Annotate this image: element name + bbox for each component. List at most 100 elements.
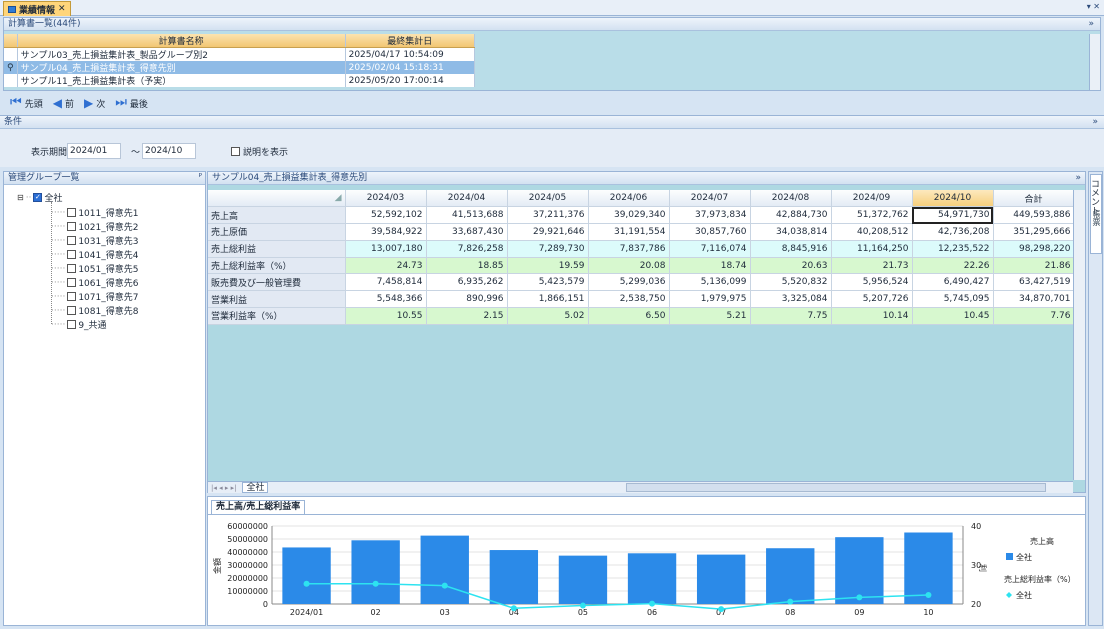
table-cell[interactable]: 10.55: [345, 307, 427, 325]
table-cell[interactable]: 5,423,579: [507, 273, 589, 292]
checkbox[interactable]: [231, 147, 240, 156]
doc-date[interactable]: 2025/02/04 15:18:31: [345, 61, 476, 74]
table-cell[interactable]: 42,736,208: [912, 223, 994, 241]
report-side-tab[interactable]: 帳票: [1090, 210, 1102, 250]
table-cell[interactable]: 21.73: [831, 257, 913, 275]
table-cell[interactable]: 18.74: [669, 257, 751, 275]
first-button[interactable]: ⏮ 先頭: [10, 96, 43, 110]
table-cell[interactable]: 5,207,726: [831, 290, 913, 309]
column-header[interactable]: 2024/03: [345, 190, 427, 208]
checkbox[interactable]: [67, 222, 77, 231]
table-cell[interactable]: 7,837,786: [588, 240, 670, 258]
table-cell[interactable]: 5.02: [507, 307, 589, 325]
horizontal-scrollbar[interactable]: [626, 483, 1047, 492]
chart-tab[interactable]: 売上高/売上総利益率: [211, 500, 306, 514]
window-menu-icon[interactable]: ▾ ✕: [1087, 2, 1100, 11]
tree-item[interactable]: ····· 1021_得意先2: [51, 220, 138, 234]
table-cell[interactable]: 41,513,688: [426, 206, 508, 225]
period-from-input[interactable]: 2024/01: [67, 143, 121, 159]
table-cell[interactable]: 7,116,074: [669, 240, 751, 258]
table-cell[interactable]: 11,164,250: [831, 240, 913, 258]
table-cell[interactable]: 1,979,975: [669, 290, 751, 309]
table-cell[interactable]: 34,870,701: [993, 290, 1075, 309]
table-cell[interactable]: 29,921,646: [507, 223, 589, 241]
table-cell[interactable]: 6.50: [588, 307, 670, 325]
table-cell[interactable]: 37,973,834: [669, 206, 751, 225]
table-cell[interactable]: 5,520,832: [750, 273, 832, 292]
tree-item[interactable]: ····· 1031_得意先3: [51, 234, 138, 248]
table-row[interactable]: 売上総利益 13,007,180 7,826,258 7,289,730 7,837,7…: [208, 240, 1075, 258]
table-cell[interactable]: 63,427,519: [993, 273, 1075, 292]
table-row[interactable]: 売上高 52,592,102 41,513,688 37,211,376 39,029,…: [208, 206, 1075, 225]
close-icon[interactable]: ✕: [58, 4, 66, 14]
table-cell[interactable]: 6,490,427: [912, 273, 994, 292]
tree-item[interactable]: ····· 1061_得意先6: [51, 276, 138, 290]
doc-name[interactable]: サンプル04_売上損益集計表_得意先別: [17, 61, 346, 74]
doc-name[interactable]: サンプル11_売上損益集計表（予実）: [17, 74, 346, 87]
table-cell[interactable]: 13,007,180: [345, 240, 427, 258]
show-description-checkbox[interactable]: 説明を表示: [231, 145, 288, 158]
doc-name[interactable]: サンプル03_売上損益集計表_製品グループ別2: [17, 47, 346, 61]
table-cell[interactable]: 3,325,084: [750, 290, 832, 309]
collapse-tree-icon[interactable]: ⊟: [17, 193, 24, 202]
table-cell[interactable]: 54,971,730: [912, 206, 994, 225]
column-header[interactable]: 2024/06: [588, 190, 670, 208]
checkbox[interactable]: [67, 278, 77, 287]
table-cell[interactable]: 19.59: [507, 257, 589, 275]
column-header-name[interactable]: 計算書名称: [17, 34, 346, 48]
table-cell[interactable]: 22.26: [912, 257, 994, 275]
column-header[interactable]: 2024/04: [426, 190, 508, 208]
table-cell[interactable]: 34,038,814: [750, 223, 832, 241]
checkbox[interactable]: [67, 236, 77, 245]
table-cell[interactable]: 7,458,814: [345, 273, 427, 292]
tree-item[interactable]: ····· 9_共通: [51, 318, 107, 332]
sheet-tab[interactable]: 全社: [242, 482, 269, 493]
tree-item[interactable]: ····· 1081_得意先8: [51, 304, 138, 318]
pin-icon[interactable]: ᴾ: [199, 172, 202, 185]
table-cell[interactable]: 890,996: [426, 290, 508, 309]
table-cell[interactable]: 33,687,430: [426, 223, 508, 241]
period-to-input[interactable]: 2024/10: [142, 143, 196, 159]
table-row[interactable]: 営業利益率（%） 10.55 2.15 5.02 6.50 5.21 7.75 10.14 10…: [208, 307, 1075, 325]
doclist-scrollbar[interactable]: [1089, 34, 1100, 90]
report-scrollbar[interactable]: [1073, 190, 1085, 480]
checkbox[interactable]: [67, 320, 77, 329]
tree-item[interactable]: ····· 1011_得意先1: [51, 206, 138, 220]
checkbox[interactable]: [67, 306, 77, 315]
table-cell[interactable]: 10.14: [831, 307, 913, 325]
prev-button[interactable]: ◀ 前: [53, 96, 74, 110]
table-cell[interactable]: 7,826,258: [426, 240, 508, 258]
row-label[interactable]: 売上高: [208, 206, 346, 225]
table-row[interactable]: サンプル11_売上損益集計表（予実） 2025/05/20 17:00:14: [4, 74, 476, 87]
table-row[interactable]: サンプル03_売上損益集計表_製品グループ別2 2025/04/17 10:54…: [4, 47, 476, 61]
table-row[interactable]: 販売費及び一般管理費 7,458,814 6,935,262 5,423,579 5,2…: [208, 273, 1075, 292]
table-cell[interactable]: 8,845,916: [750, 240, 832, 258]
table-cell[interactable]: 449,593,886: [993, 206, 1075, 225]
doc-date[interactable]: 2025/04/17 10:54:09: [345, 47, 476, 61]
row-label[interactable]: 営業利益率（%）: [208, 307, 346, 325]
table-cell[interactable]: 24.73: [345, 257, 427, 275]
collapse-icon[interactable]: »: [1092, 116, 1098, 129]
table-cell[interactable]: 2,538,750: [588, 290, 670, 309]
table-cell[interactable]: 5.21: [669, 307, 751, 325]
table-cell[interactable]: 52,592,102: [345, 206, 427, 225]
table-cell[interactable]: 37,211,376: [507, 206, 589, 225]
column-header[interactable]: 2024/05: [507, 190, 589, 208]
table-cell[interactable]: 351,295,666: [993, 223, 1075, 241]
column-header-date[interactable]: 最終集計日: [345, 34, 476, 48]
row-label[interactable]: 営業利益: [208, 290, 346, 309]
table-cell[interactable]: 98,298,220: [993, 240, 1075, 258]
table-cell[interactable]: 40,208,512: [831, 223, 913, 241]
row-label[interactable]: 売上総利益率（%）: [208, 257, 346, 275]
tree-item[interactable]: ····· 1041_得意先4: [51, 248, 138, 262]
table-cell[interactable]: 21.86: [993, 257, 1075, 275]
table-cell[interactable]: 20.08: [588, 257, 670, 275]
column-header[interactable]: 合計: [993, 190, 1075, 208]
table-cell[interactable]: 39,584,922: [345, 223, 427, 241]
next-button[interactable]: ▶ 次: [84, 96, 105, 110]
table-cell[interactable]: 5,299,036: [588, 273, 670, 292]
last-button[interactable]: ⏭ 最後: [115, 96, 148, 110]
column-header[interactable]: 2024/07: [669, 190, 751, 208]
table-cell[interactable]: 7.76: [993, 307, 1075, 325]
table-cell[interactable]: 2.15: [426, 307, 508, 325]
